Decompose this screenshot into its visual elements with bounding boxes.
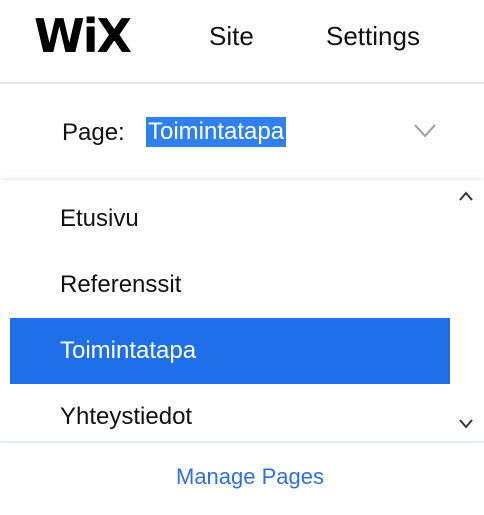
chevron-down-icon[interactable] [414,124,436,138]
divider [0,441,484,443]
nav-settings[interactable]: Settings [326,21,420,52]
nav-site[interactable]: Site [209,21,254,52]
list-item-selected[interactable]: Toimintatapa [10,318,450,384]
list-item[interactable]: Etusivu [10,186,450,252]
page-selector[interactable]: Page: Toimintatapa [0,84,484,180]
page-list: Etusivu Referenssit Toimintatapa Yhteyst… [0,180,484,441]
chevron-down-icon[interactable] [458,418,474,430]
page-selector-label: Page: [62,119,125,146]
wix-logo[interactable]: WiX [34,10,132,62]
manage-pages-link[interactable]: Manage Pages [0,464,484,490]
top-bar: WiX Site Settings [0,0,484,82]
page-selector-value[interactable]: Toimintatapa [146,117,287,147]
scrollbar[interactable] [452,180,480,441]
page-list-items: Etusivu Referenssit Toimintatapa Yhteyst… [10,186,450,450]
list-item[interactable]: Referenssit [10,252,450,318]
chevron-up-icon[interactable] [458,190,474,202]
